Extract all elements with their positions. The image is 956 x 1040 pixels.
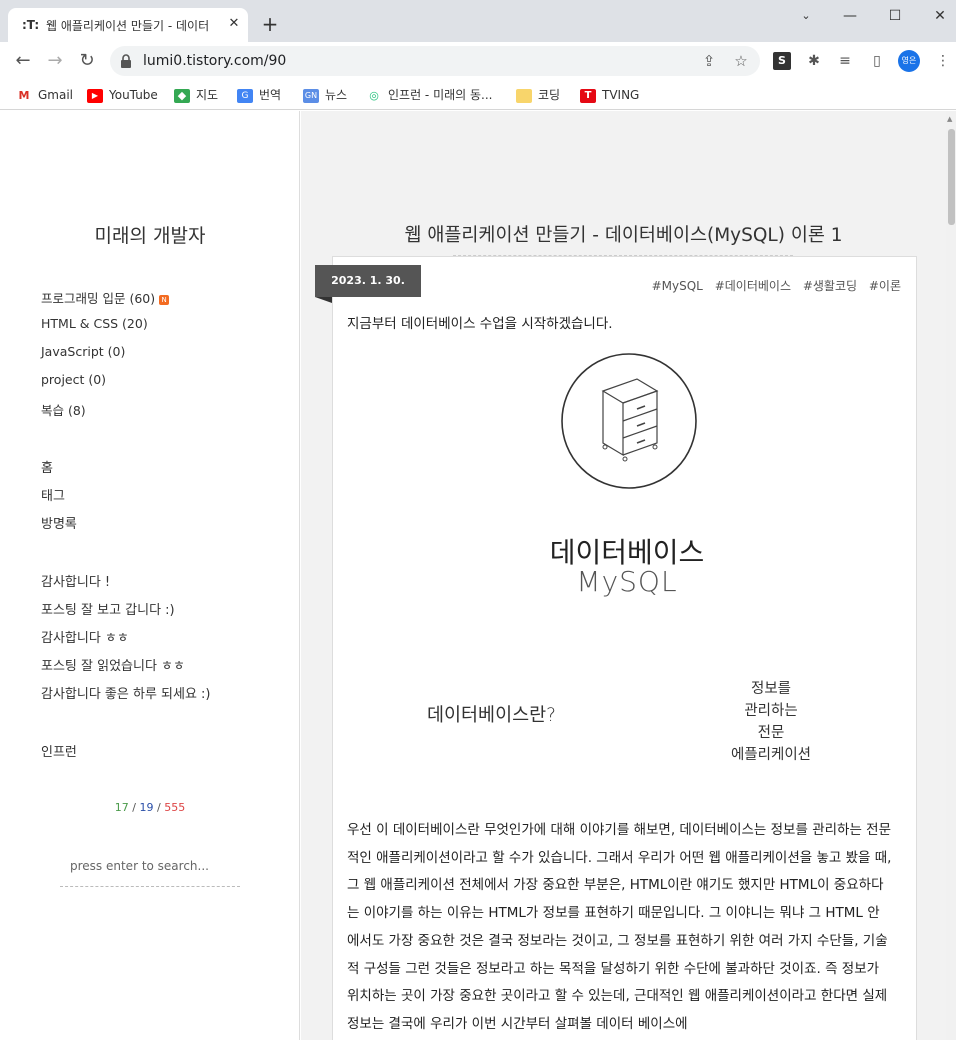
bookmark-news[interactable]: GN 뉴스 [303, 85, 347, 105]
inflearn-icon: ◎ [369, 88, 379, 102]
maximize-icon[interactable]: ☐ [875, 4, 915, 28]
visitor-yesterday: 19 [139, 801, 154, 814]
bookmark-youtube[interactable]: ▶ YouTube [87, 85, 158, 105]
minimize-icon[interactable]: — [830, 4, 870, 28]
url-text[interactable]: lumi0.tistory.com/90 [143, 53, 286, 69]
tab-bar: :T: 웹 애플리케이션 만들기 - 데이터 ✕ + ⌄ — ☐ ✕ [0, 0, 956, 42]
recent-comment[interactable]: 감사합니다 ! [41, 571, 110, 590]
active-tab[interactable]: :T: 웹 애플리케이션 만들기 - 데이터 ✕ [8, 8, 248, 42]
maps-icon: ◆ [174, 88, 190, 103]
reload-icon[interactable]: ↻ [76, 50, 98, 72]
profile-avatar[interactable]: 영은 [898, 50, 920, 72]
recent-comment[interactable]: 감사합니다 ㅎㅎ [41, 627, 129, 646]
tag-link[interactable]: #생활코딩 [803, 279, 857, 293]
category-html-css[interactable]: HTML & CSS (20) [41, 316, 148, 331]
post-date: 2023. 1. 30. 20:13 [315, 265, 421, 319]
folder-icon [516, 88, 532, 103]
extensions-puzzle-icon[interactable]: ✱ [805, 52, 823, 70]
tistory-icon: :T: [22, 18, 40, 32]
browser-toolbar: ← → ↻ lumi0.tistory.com/90 ⇪ ☆ S ✱ ≡ ▯ 영… [0, 42, 956, 80]
tag-link[interactable]: #데이터베이스 [715, 279, 791, 293]
recent-comment[interactable]: 포스팅 잘 읽었습니다 ㅎㅎ [41, 655, 185, 674]
extension-s-icon[interactable]: S [773, 52, 791, 70]
bookmark-gmail[interactable]: M Gmail [16, 85, 74, 105]
visitor-today: 17 [114, 801, 129, 814]
tab-title: 웹 애플리케이션 만들기 - 데이터 [46, 19, 210, 33]
visitor-total: 555 [164, 801, 186, 814]
date-ribbon-fold [315, 297, 332, 303]
post-intro: 지금부터 데이터베이스 수업을 시작하겠습니다. [347, 316, 613, 332]
blog-sidebar: 미래의 개발자 프로그래밍 입문 (60) N HTML & CSS (20) J… [0, 111, 300, 1040]
menu-guestbook[interactable]: 방명록 [41, 513, 77, 532]
category-project[interactable]: project (0) [41, 372, 106, 387]
gmail-icon: M [18, 88, 30, 102]
post-tags: #MySQL #데이터베이스 #생활코딩 #이론 [644, 277, 901, 294]
post-title: 웹 애플리케이션 만들기 - 데이터베이스(MySQL) 이론 1 [404, 225, 843, 246]
bookmark-inflearn[interactable]: ◎ 인프런 - 미래의 동... [366, 85, 492, 105]
menu-home[interactable]: 홈 [41, 457, 53, 476]
translate-icon: G [237, 88, 253, 103]
bookmark-maps[interactable]: ◆ 지도 [174, 85, 218, 105]
close-tab-icon[interactable]: ✕ [226, 16, 242, 32]
category-javascript[interactable]: JavaScript (0) [41, 344, 125, 359]
tag-link[interactable]: #MySQL [652, 279, 703, 293]
main-content: 웹 애플리케이션 만들기 - 데이터베이스(MySQL) 이론 1 2023. … [301, 111, 956, 1040]
search-input[interactable] [70, 859, 235, 873]
bookmark-folder-coding[interactable]: 코딩 [516, 85, 560, 105]
bookmark-star-icon[interactable]: ☆ [732, 52, 750, 70]
new-tab-icon[interactable]: + [260, 14, 280, 34]
bookmarks-bar: M Gmail ▶ YouTube ◆ 지도 G 번역 GN 뉴스 ◎ 인프런 - 미래의 … [0, 80, 956, 110]
tag-link[interactable]: #이론 [869, 279, 901, 293]
bookmark-tving[interactable]: T TVING [580, 85, 639, 105]
close-window-icon[interactable]: ✕ [920, 4, 956, 28]
category-review[interactable]: 복습 (8) [41, 400, 86, 419]
image-subtitle: MySQL [576, 565, 678, 598]
definition-answer: 정보를 관리하는 전문 에플리케이션 [730, 681, 812, 763]
bookmark-translate[interactable]: G 번역 [237, 85, 281, 105]
page-scrollbar[interactable]: ▲ [946, 111, 956, 1040]
definition-question: 데이터베이스란? [427, 705, 556, 726]
scroll-thumb[interactable] [948, 129, 955, 225]
scroll-up-arrow-icon[interactable]: ▲ [947, 115, 952, 123]
menu-tags[interactable]: 태그 [41, 485, 65, 504]
post-body-paragraph: 우선 이 데이터베이스란 무엇인가에 대해 이야기를 해보면, 데이터베이스는 … [347, 822, 892, 1032]
address-bar[interactable]: lumi0.tistory.com/90 ⇪ ☆ [110, 46, 760, 76]
chrome-menu-icon[interactable]: ⋮ [934, 52, 952, 70]
blog-search [60, 851, 240, 887]
category-programming-intro[interactable]: 프로그래밍 입문 (60) N [41, 288, 170, 307]
tab-search-icon[interactable]: ⌄ [786, 4, 826, 28]
back-icon[interactable]: ← [12, 50, 34, 72]
tving-icon: T [580, 88, 596, 103]
link-inflearn[interactable]: 인프런 [41, 741, 77, 760]
news-icon: GN [303, 88, 319, 103]
forward-icon[interactable]: → [44, 50, 66, 72]
youtube-icon: ▶ [87, 88, 103, 103]
share-icon[interactable]: ⇪ [700, 52, 718, 70]
visitor-counter: 17 / 19 / 555 [114, 801, 186, 814]
new-badge: N [159, 294, 170, 305]
lock-icon [121, 54, 131, 68]
reading-list-icon[interactable]: ≡ [836, 52, 854, 70]
recent-comment[interactable]: 포스팅 잘 보고 갑니다 :) [41, 599, 175, 618]
recent-comment[interactable]: 감사합니다 좋은 하루 되세요 :) [41, 683, 211, 702]
side-panel-icon[interactable]: ▯ [868, 52, 886, 70]
database-cabinet-icon [561, 353, 697, 489]
blog-title[interactable]: 미래의 개발자 [0, 221, 300, 248]
